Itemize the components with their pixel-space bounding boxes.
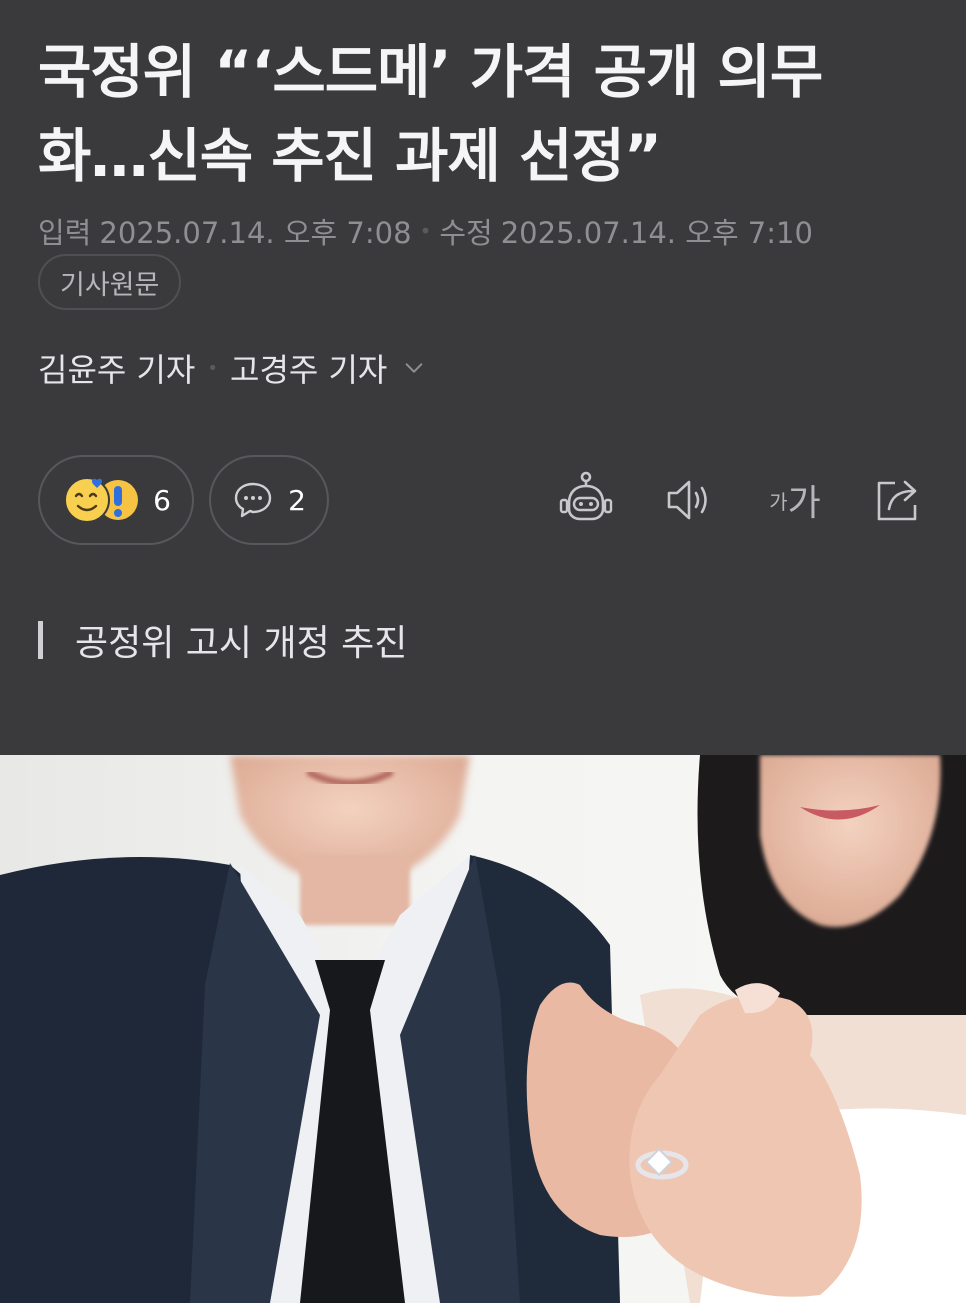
reporter-separator: • bbox=[207, 357, 218, 379]
speaker-icon bbox=[667, 480, 707, 520]
reporter-list[interactable]: 김윤주 기자 • 고경주 기자 bbox=[38, 345, 425, 391]
original-article-button[interactable]: 기사원문 bbox=[38, 254, 182, 310]
reporter-name[interactable]: 김윤주 기자 bbox=[38, 345, 195, 391]
date-separator: • bbox=[419, 219, 432, 243]
font-size-button[interactable]: 가 가 bbox=[760, 470, 830, 530]
robot-icon bbox=[559, 471, 613, 521]
chevron-down-icon[interactable] bbox=[403, 357, 425, 379]
share-icon bbox=[877, 480, 917, 521]
reporter-name[interactable]: 고경주 기자 bbox=[230, 345, 387, 391]
article-header: 국정위 “‘스드메’ 가격 공개 의무화…신속 추진 과제 선정” 입력 202… bbox=[0, 0, 966, 755]
subheading-text: 공정위 고시 개정 추진 bbox=[75, 623, 408, 664]
article-headline: 국정위 “‘스드메’ 가격 공개 의무화…신속 추진 과제 선정” bbox=[38, 38, 823, 190]
summary-bot-button[interactable] bbox=[556, 470, 616, 530]
reaction-button[interactable]: 6 bbox=[38, 455, 194, 545]
article-photo bbox=[0, 755, 966, 1303]
comment-icon bbox=[234, 482, 272, 518]
reaction-emoji-icon bbox=[61, 476, 139, 524]
article-dates: 입력 2025.07.14. 오후 7:08 • 수정 2025.07.14. … bbox=[38, 210, 813, 252]
reaction-count: 6 bbox=[153, 483, 171, 517]
modified-date-label: 수정 bbox=[439, 216, 493, 250]
font-size-large-glyph: 가 bbox=[787, 483, 821, 524]
read-aloud-button[interactable] bbox=[660, 470, 720, 530]
comment-button[interactable]: 2 bbox=[209, 455, 329, 545]
subheading-bar bbox=[38, 621, 43, 659]
share-button[interactable] bbox=[868, 470, 928, 530]
modified-date-value: 2025.07.14. 오후 7:10 bbox=[500, 216, 813, 250]
article-subheading: 공정위 고시 개정 추진 bbox=[38, 615, 407, 665]
input-date-value: 2025.07.14. 오후 7:08 bbox=[99, 216, 412, 250]
font-size-small-glyph: 가 bbox=[769, 489, 788, 514]
comment-count: 2 bbox=[288, 483, 306, 517]
input-date-label: 입력 bbox=[38, 216, 92, 250]
